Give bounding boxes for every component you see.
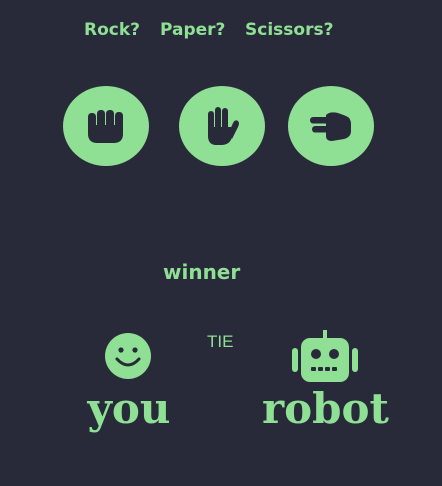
winner-heading: winner [163, 260, 241, 284]
scissors-label: Scissors? [245, 20, 334, 40]
open-hand-icon [208, 107, 239, 145]
robot-icon [292, 330, 358, 382]
scissors-hand-icon [310, 112, 351, 141]
result-text: TIE [207, 332, 234, 351]
smiley-face-icon [105, 333, 151, 379]
fist-icon [88, 110, 123, 143]
player-label: you [87, 384, 171, 433]
rock-button[interactable] [63, 86, 149, 166]
opponent-label: robot [262, 384, 389, 433]
scissors-button[interactable] [288, 86, 374, 166]
paper-button[interactable] [179, 86, 265, 166]
rock-label: Rock? [84, 20, 141, 40]
paper-label: Paper? [160, 20, 226, 40]
